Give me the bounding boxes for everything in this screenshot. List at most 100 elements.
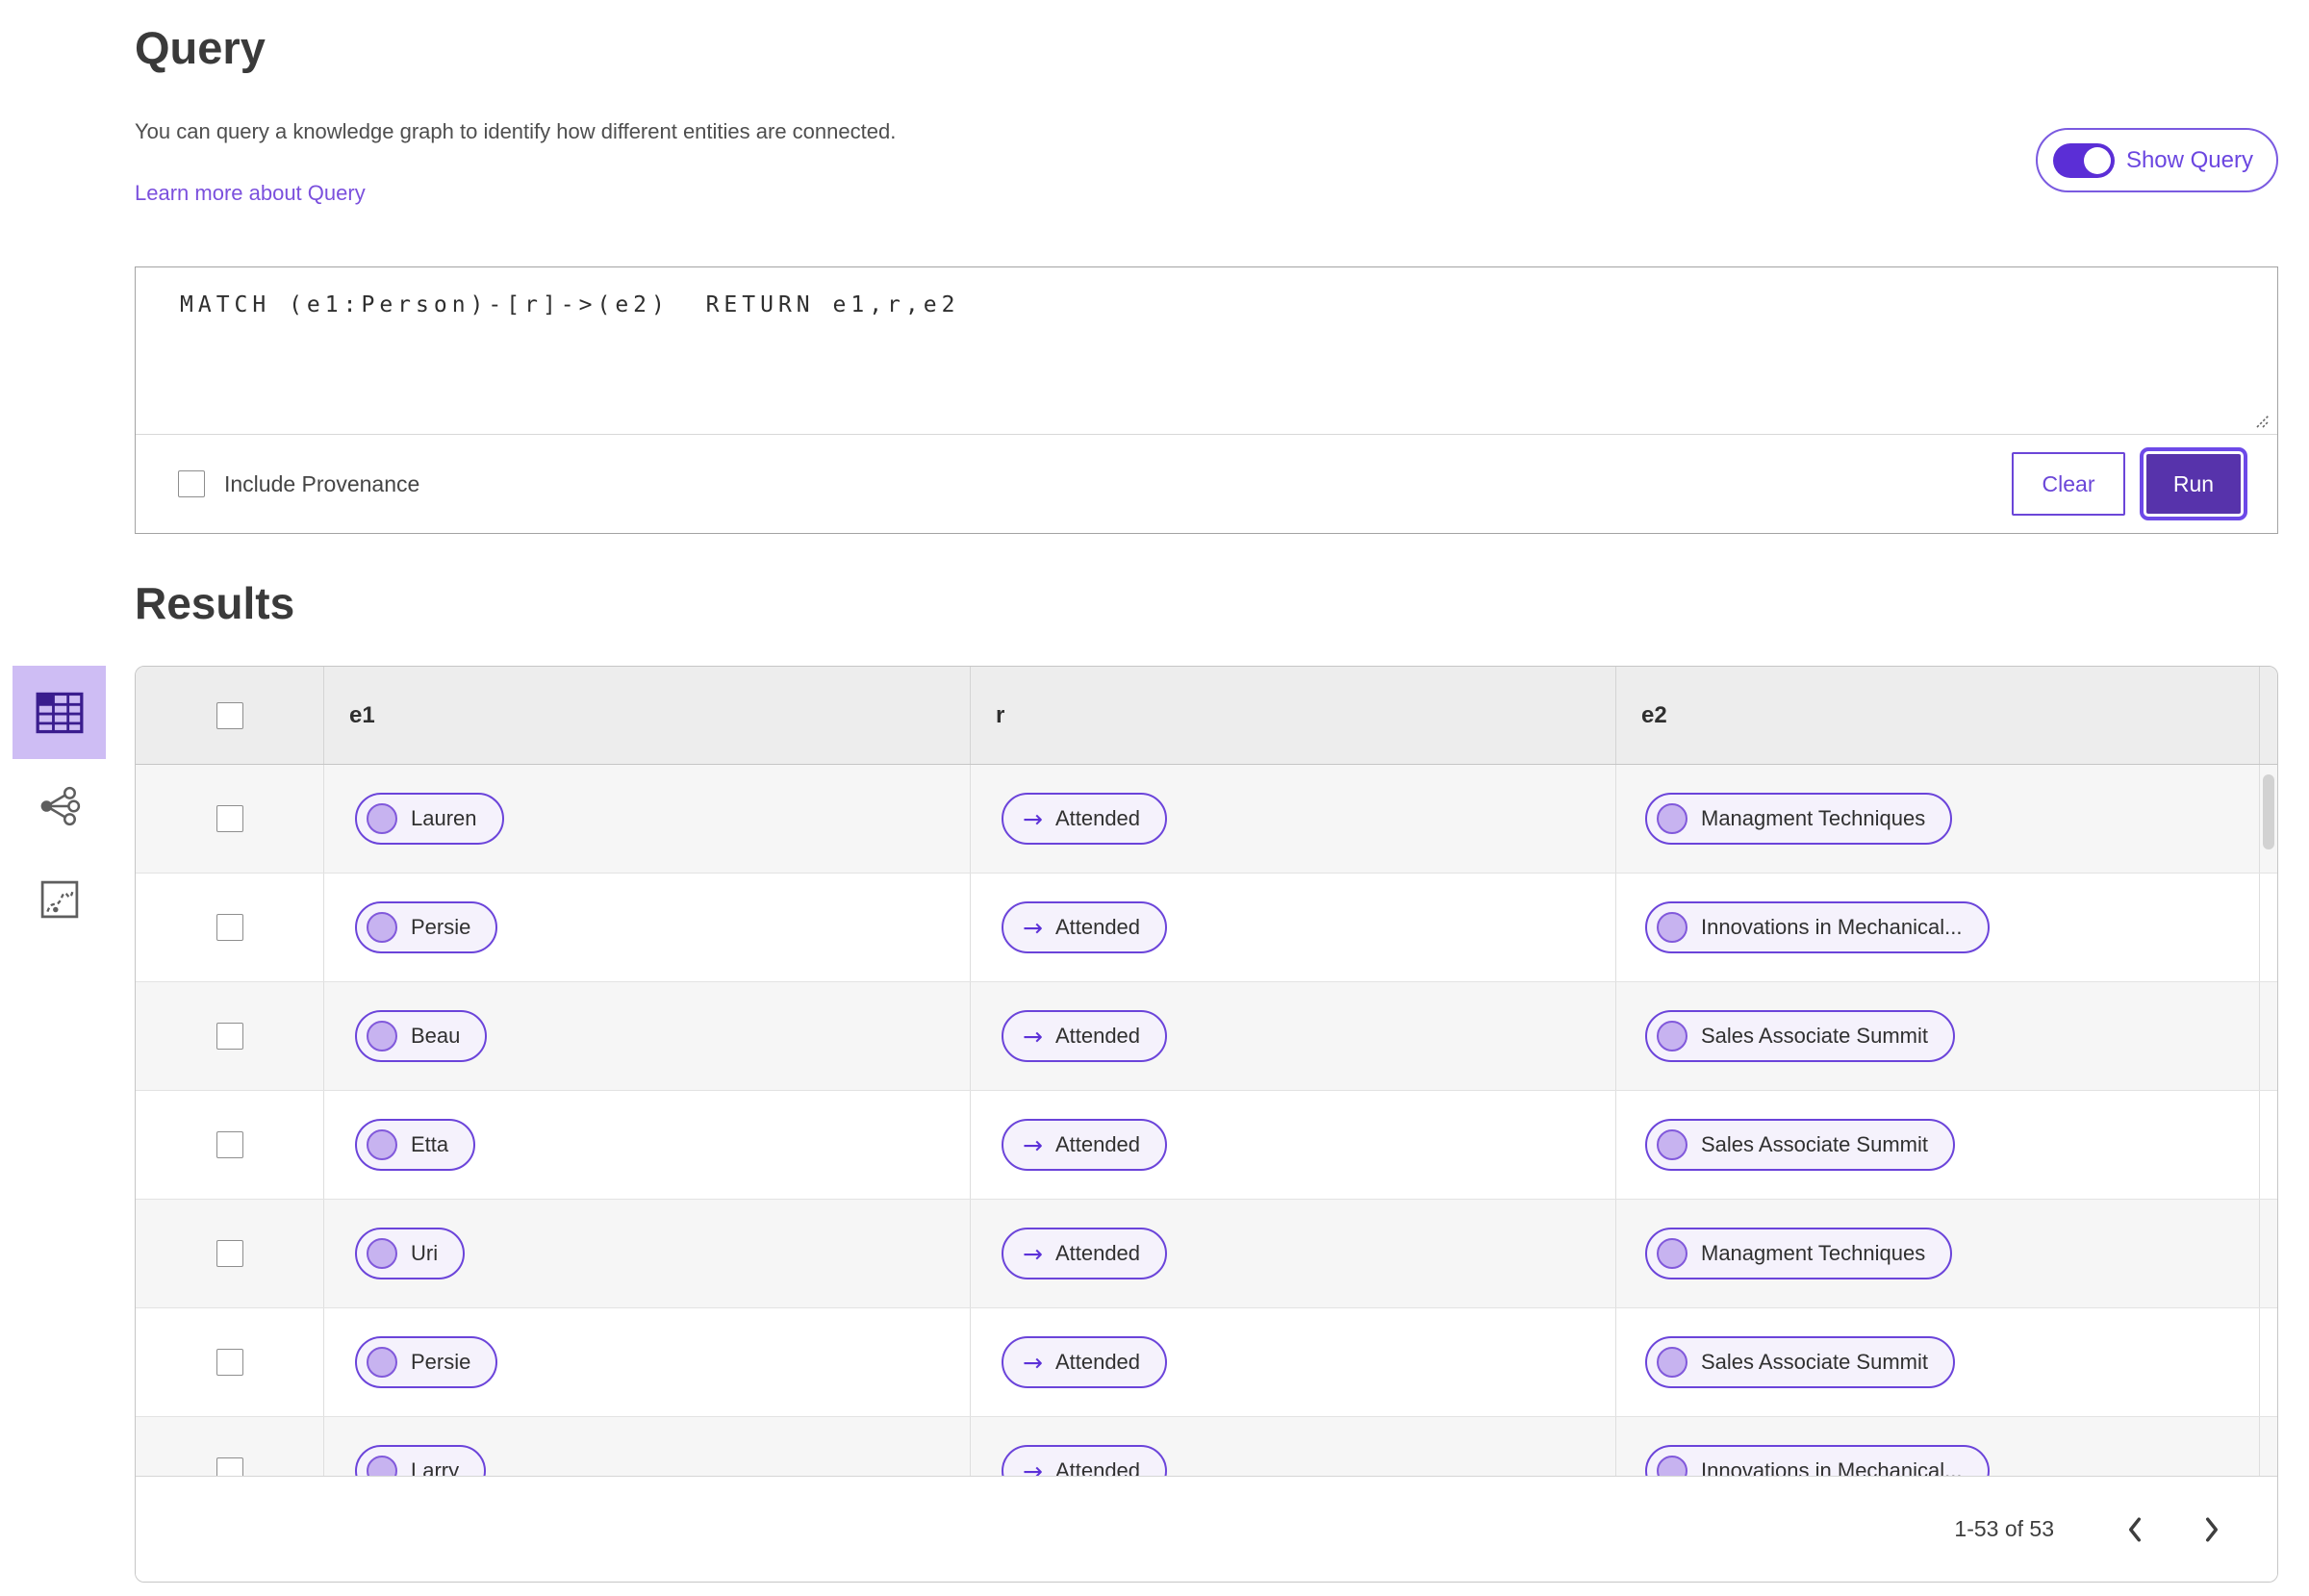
entity-pill[interactable]: Etta (355, 1119, 476, 1171)
entity-pill[interactable]: Sales Associate Summit (1645, 1010, 1955, 1062)
chart-icon (40, 880, 78, 918)
page-title: Query (135, 22, 266, 73)
toggle-switch-icon[interactable] (2052, 142, 2115, 178)
table-row: Uri → Attended Managment Techniques (136, 1200, 2277, 1308)
results-table-card: e1 r e2 Lauren → Attended Managment Techniq… (135, 666, 2278, 1583)
entity-label: Sales Associate Summit (1701, 1024, 1928, 1048)
entity-label: Lauren (411, 806, 477, 830)
relation-pill[interactable]: → Attended (1002, 1010, 1168, 1062)
relation-label: Attended (1054, 915, 1141, 939)
show-query-toggle[interactable]: Show Query (2035, 128, 2278, 192)
entity-pill[interactable]: Managment Techniques (1645, 793, 1953, 845)
entity-node-icon (1657, 1129, 1687, 1160)
row-select-checkbox[interactable] (216, 1240, 243, 1267)
entity-pill[interactable]: Managment Techniques (1645, 1228, 1953, 1279)
column-header-e1[interactable]: e1 (324, 667, 971, 764)
network-view-button[interactable] (13, 759, 106, 852)
table-body: Lauren → Attended Managment Techniques Persi… (136, 765, 2277, 1477)
entity-node-icon (367, 1129, 397, 1160)
relation-pill[interactable]: → Attended (1002, 1445, 1168, 1478)
previous-page-button[interactable] (2104, 1499, 2166, 1560)
query-panel: Query You can query a knowledge graph to… (135, 0, 2278, 1596)
row-select-checkbox[interactable] (216, 1023, 243, 1050)
query-footer: Include Provenance Clear Run (136, 435, 2277, 533)
pagination-bar: 1-53 of 53 (136, 1476, 2277, 1582)
entity-node-icon (1657, 1238, 1687, 1269)
relation-arrow-icon: → (1023, 913, 1043, 942)
table-row: Beau → Attended Sales Associate Summit (136, 982, 2277, 1091)
entity-label: Persie (411, 1350, 471, 1374)
entity-node-icon (1657, 1021, 1687, 1051)
entity-node-icon (367, 1347, 397, 1378)
select-all-checkbox[interactable] (216, 701, 243, 729)
relation-label: Attended (1054, 1024, 1141, 1048)
vertical-scrollbar[interactable] (2263, 774, 2274, 849)
row-select-checkbox[interactable] (216, 805, 243, 832)
relation-pill[interactable]: → Attended (1002, 901, 1168, 953)
query-input[interactable]: MATCH (e1:Person)-[r]->(e2) RETURN e1,r,… (136, 267, 2277, 434)
relation-label: Attended (1054, 806, 1141, 830)
run-button[interactable]: Run (2140, 447, 2247, 520)
entity-pill[interactable]: Innovations in Mechanical... (1645, 1445, 1990, 1477)
relation-label: Attended (1054, 1350, 1141, 1374)
table-row: Lauren → Attended Managment Techniques (136, 765, 2277, 874)
include-provenance-checkbox[interactable] (178, 470, 205, 497)
toggle-knob (2083, 146, 2111, 174)
entity-label: Beau (411, 1024, 461, 1048)
table-row: Persie → Attended Innovations in Mechanical… (136, 874, 2277, 982)
table-view-button[interactable] (13, 666, 106, 759)
learn-more-link[interactable]: Learn more about Query (135, 181, 366, 206)
entity-pill[interactable]: Persie (355, 1336, 498, 1388)
entity-pill[interactable]: Uri (355, 1228, 466, 1279)
entity-label: Innovations in Mechanical... (1701, 1458, 1963, 1477)
relation-label: Attended (1054, 1458, 1141, 1477)
select-all-cell (136, 667, 324, 764)
query-description: You can query a knowledge graph to ident… (135, 119, 897, 143)
entity-pill[interactable]: Sales Associate Summit (1645, 1119, 1955, 1171)
table-row: Persie → Attended Sales Associate Summit (136, 1308, 2277, 1417)
entity-pill[interactable]: Larry (355, 1445, 487, 1477)
relation-label: Attended (1054, 1241, 1141, 1265)
row-select-checkbox[interactable] (216, 1349, 243, 1376)
entity-node-icon (1657, 803, 1687, 834)
entity-node-icon (1657, 1347, 1687, 1378)
relation-pill[interactable]: → Attended (1002, 1336, 1168, 1388)
entity-node-icon (367, 803, 397, 834)
entity-label: Managment Techniques (1701, 806, 1926, 830)
row-select-checkbox[interactable] (216, 1457, 243, 1477)
chevron-left-icon (2128, 1517, 2142, 1541)
table-header-row: e1 r e2 (136, 667, 2277, 765)
results-view-rail (13, 666, 106, 946)
entity-label: Etta (411, 1132, 449, 1156)
include-provenance-option[interactable]: Include Provenance (178, 470, 419, 497)
column-header-r[interactable]: r (971, 667, 1616, 764)
relation-arrow-icon: → (1023, 1457, 1043, 1478)
entity-pill[interactable]: Innovations in Mechanical... (1645, 901, 1990, 953)
entity-label: Managment Techniques (1701, 1241, 1926, 1265)
entity-node-icon (1657, 1456, 1687, 1477)
resize-handle-icon[interactable] (2253, 412, 2271, 429)
relation-arrow-icon: → (1023, 804, 1043, 833)
relation-arrow-icon: → (1023, 1130, 1043, 1159)
clear-button[interactable]: Clear (2012, 452, 2125, 516)
entity-label: Persie (411, 915, 471, 939)
relation-pill[interactable]: → Attended (1002, 793, 1168, 845)
entity-label: Sales Associate Summit (1701, 1350, 1928, 1374)
row-select-checkbox[interactable] (216, 1131, 243, 1158)
next-page-button[interactable] (2181, 1499, 2243, 1560)
entity-node-icon (367, 1456, 397, 1477)
relation-label: Attended (1054, 1132, 1141, 1156)
entity-label: Uri (411, 1241, 439, 1265)
chart-view-button[interactable] (13, 852, 106, 946)
entity-pill[interactable]: Persie (355, 901, 498, 953)
entity-pill[interactable]: Beau (355, 1010, 488, 1062)
relation-pill[interactable]: → Attended (1002, 1119, 1168, 1171)
entity-pill[interactable]: Lauren (355, 793, 504, 845)
entity-pill[interactable]: Sales Associate Summit (1645, 1336, 1955, 1388)
entity-label: Innovations in Mechanical... (1701, 915, 1963, 939)
results-title: Results (135, 578, 295, 628)
row-select-checkbox[interactable] (216, 914, 243, 941)
column-header-e2[interactable]: e2 (1616, 667, 2260, 764)
relation-pill[interactable]: → Attended (1002, 1228, 1168, 1279)
relation-arrow-icon: → (1023, 1239, 1043, 1268)
